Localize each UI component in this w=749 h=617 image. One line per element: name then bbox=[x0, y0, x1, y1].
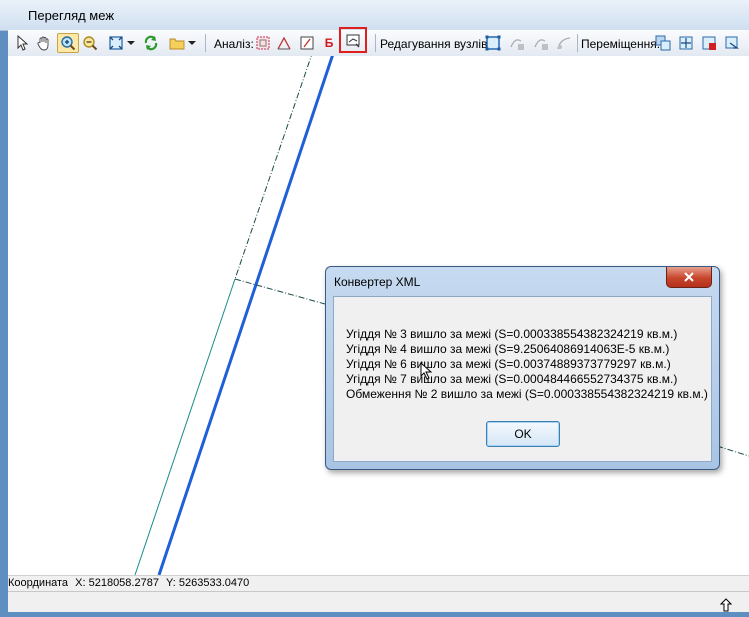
message-line: Угіддя № 4 вишло за межі (S=9.2506408691… bbox=[346, 342, 670, 356]
analysis-label: Аналіз: bbox=[214, 37, 254, 51]
zoom-out-icon[interactable] bbox=[81, 33, 99, 53]
add-node-icon[interactable] bbox=[508, 33, 526, 53]
boundary-exit-check-button[interactable] bbox=[339, 27, 367, 53]
move-shift-icon[interactable] bbox=[677, 33, 695, 53]
parcel-line bbox=[134, 278, 236, 575]
cursor-icon bbox=[719, 598, 733, 615]
y-label: Y: bbox=[166, 577, 176, 589]
coordinate-readout: Координата X: 5218058.2787 Y: 5263533.04… bbox=[8, 577, 249, 589]
bottom-panel bbox=[8, 591, 749, 612]
y-value: 5263533.0470 bbox=[178, 577, 250, 589]
zoom-extent-icon[interactable] bbox=[107, 33, 125, 53]
pan-hand-icon[interactable] bbox=[35, 33, 53, 53]
application-window: Перегляд меж Аналіз: Б Редагування вузлі… bbox=[0, 0, 749, 617]
x-value: 5218058.2787 bbox=[88, 577, 159, 589]
coordinate-label: Координата bbox=[8, 577, 69, 589]
delete-node-icon[interactable] bbox=[532, 33, 550, 53]
b-button[interactable]: Б bbox=[321, 33, 337, 53]
toolbar-separator bbox=[205, 34, 206, 52]
boundary-line bbox=[157, 56, 334, 575]
move-node-icon[interactable] bbox=[555, 33, 573, 53]
message-line: Угіддя № 6 вишло за межі (S=0.0037488937… bbox=[346, 357, 671, 371]
mouse-cursor-icon bbox=[420, 361, 434, 383]
folder-icon[interactable] bbox=[168, 33, 186, 53]
toolbar: Аналіз: Б Редагування вузлів: Переміщенн… bbox=[8, 27, 749, 57]
dialog-body: Угіддя № 3 вишло за межі (S=0.0003385543… bbox=[333, 296, 712, 462]
message-list: Угіддя № 3 вишло за межі (S=0.0003385543… bbox=[346, 327, 708, 402]
parcel-check-icon[interactable] bbox=[298, 33, 316, 53]
move-label: Переміщення: bbox=[581, 37, 661, 51]
close-button[interactable] bbox=[666, 267, 712, 288]
move-copy-icon[interactable] bbox=[654, 33, 672, 53]
refresh-icon[interactable] bbox=[142, 33, 160, 53]
x-label: X: bbox=[75, 577, 86, 589]
ok-button[interactable]: OK bbox=[486, 421, 560, 447]
status-bar: Координата X: 5218058.2787 Y: 5263533.04… bbox=[8, 575, 749, 592]
dashed-boundary-line bbox=[234, 56, 312, 280]
zoom-in-icon[interactable] bbox=[57, 33, 79, 53]
angle-check-icon[interactable] bbox=[275, 33, 293, 53]
chevron-down-icon[interactable] bbox=[187, 33, 197, 53]
move-rotate-icon[interactable] bbox=[723, 33, 741, 53]
pointer-tool-icon[interactable] bbox=[14, 33, 30, 53]
edit-nodes-label: Редагування вузлів: bbox=[380, 37, 491, 51]
window-title: Перегляд меж bbox=[28, 8, 115, 23]
toolbar-separator bbox=[375, 34, 376, 52]
message-line: Обмеження № 2 вишло за межі (S=0.0003385… bbox=[346, 387, 708, 401]
close-icon bbox=[684, 272, 694, 282]
move-delete-icon[interactable] bbox=[700, 33, 718, 53]
converter-dialog: Конвертер XML Угіддя № 3 вишло за межі (… bbox=[325, 266, 720, 470]
message-line: Угіддя № 7 вишло за межі (S=0.0004844665… bbox=[346, 372, 678, 386]
dashed-cross-line-right bbox=[716, 445, 749, 457]
overlap-check-icon[interactable] bbox=[254, 33, 272, 53]
window-titlebar[interactable]: Перегляд меж bbox=[0, 0, 749, 31]
chevron-down-icon[interactable] bbox=[126, 33, 136, 53]
toolbar-separator bbox=[577, 34, 578, 52]
message-line: Угіддя № 3 вишло за межі (S=0.0003385543… bbox=[346, 327, 678, 341]
dialog-title: Конвертер XML bbox=[334, 275, 421, 289]
select-node-icon[interactable] bbox=[484, 33, 502, 53]
